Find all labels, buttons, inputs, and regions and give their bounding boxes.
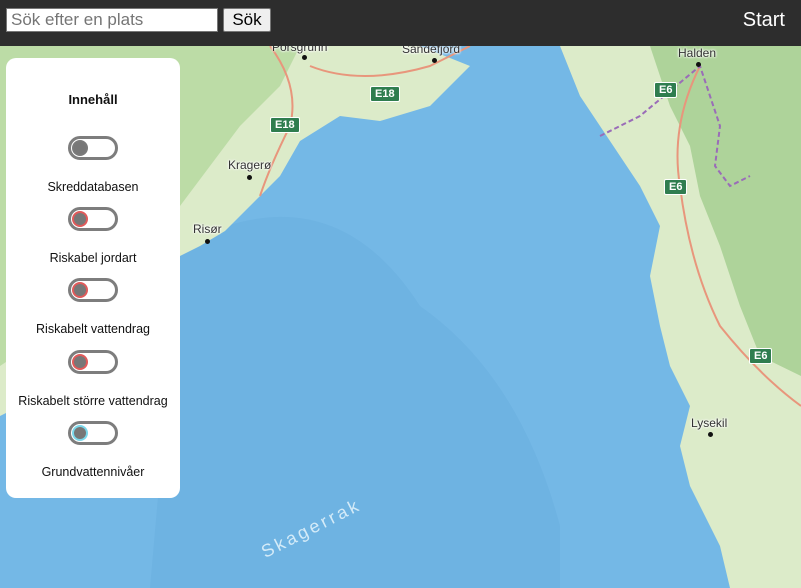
road-shield: E18 <box>370 86 400 102</box>
layer-toggle[interactable] <box>68 207 118 231</box>
search-input[interactable] <box>6 8 218 32</box>
place-label: Kragerø <box>228 158 272 172</box>
place-dot <box>696 62 701 67</box>
layer-label: Riskabelt vattendrag <box>36 322 150 336</box>
layer-label: Grundvattennivåer <box>41 465 145 479</box>
road-shield: E6 <box>664 179 688 195</box>
place-label: Halden <box>678 46 717 60</box>
toggle-knob <box>74 284 86 296</box>
start-link[interactable]: Start <box>743 9 785 32</box>
place-dot <box>708 432 713 437</box>
road-shield: E6 <box>749 348 773 364</box>
place-label: Risør <box>193 222 222 236</box>
place-dot <box>205 239 210 244</box>
place-label: Lysekil <box>691 416 728 430</box>
toggle-knob <box>74 356 86 368</box>
layer-toggle[interactable] <box>68 350 118 374</box>
place-dot <box>302 55 307 60</box>
toggle-knob <box>74 213 86 225</box>
layer-toggle[interactable] <box>68 421 118 445</box>
place-dot <box>432 58 437 63</box>
layer-panel: Innehåll Skreddatabasen Riskabel jordart… <box>6 58 180 498</box>
top-bar: Sök Start <box>0 0 801 46</box>
place-label: Sandefjord <box>402 46 461 56</box>
road-shield: E18 <box>270 117 300 133</box>
toggle-knob <box>74 427 86 439</box>
layer-label: Skreddatabasen <box>47 180 139 194</box>
layer-label: Riskabelt större vattendrag <box>18 394 168 408</box>
layer-toggle[interactable] <box>68 136 118 160</box>
place-label: Porsgrunn <box>272 46 328 54</box>
search-button[interactable]: Sök <box>223 8 271 32</box>
place-dot <box>247 175 252 180</box>
layer-toggle[interactable] <box>68 278 118 302</box>
road-shield: E6 <box>654 82 678 98</box>
panel-title: Innehåll <box>68 92 118 107</box>
layer-label: Riskabel jordart <box>49 251 137 265</box>
toggle-knob <box>74 142 86 154</box>
